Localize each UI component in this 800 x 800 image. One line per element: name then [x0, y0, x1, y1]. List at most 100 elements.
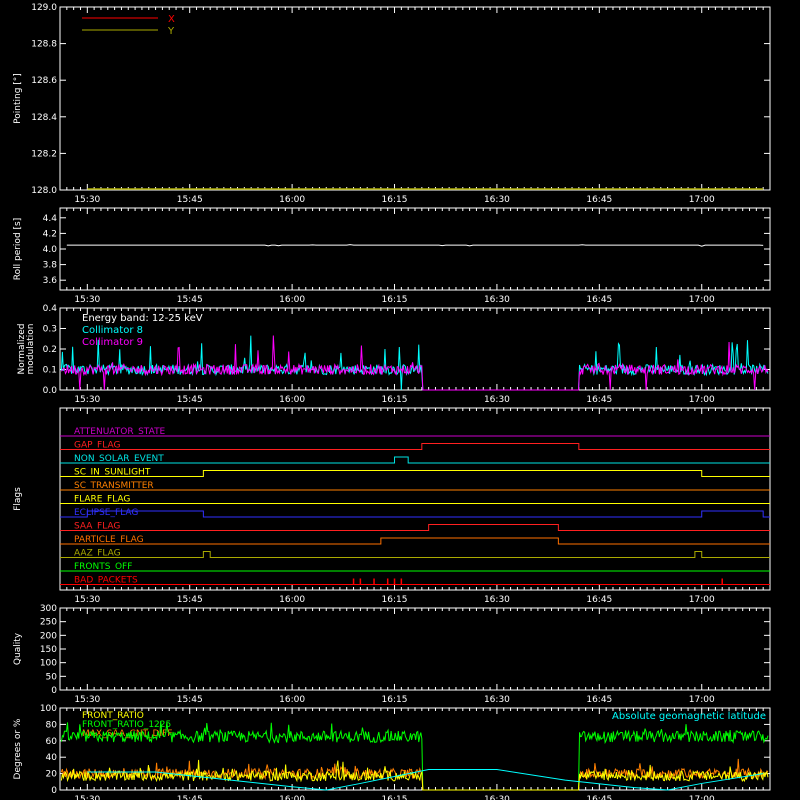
- y-tick-label: 4.0: [43, 245, 58, 255]
- y-tick-label: 100: [40, 704, 57, 714]
- x-tick-label: 16:15: [382, 795, 408, 800]
- flag-line: [60, 524, 770, 531]
- y-tick-label: 128.6: [31, 76, 57, 86]
- x-tick-label: 15:30: [74, 695, 100, 705]
- y-tick-label: 128.4: [31, 113, 57, 123]
- flag-row-gap-flag: GAP_FLAG: [60, 441, 770, 451]
- x-tick-label: 16:00: [279, 695, 305, 705]
- flag-row-aaz-flag: AAZ_FLAG: [60, 549, 770, 559]
- x-tick-label: 16:45: [586, 695, 612, 705]
- y-tick-label: 60: [46, 737, 58, 747]
- panel-5: Quality 0 50 100 150 200 250 300 15:30 15:45 16:00…: [13, 604, 771, 705]
- x-tick-label: 15:30: [74, 295, 100, 305]
- flag-row-flare-flag: FLARE_FLAG: [60, 495, 770, 505]
- x-tick-label: 16:15: [382, 595, 408, 605]
- y-tick-label: 128.2: [31, 149, 57, 159]
- y-tick-label: 0: [51, 786, 57, 796]
- x-tick-label: 16:30: [484, 395, 510, 405]
- flag-row-saa-flag: SAA_FLAG: [60, 522, 770, 532]
- x-tick-label: 15:45: [177, 195, 203, 205]
- flag-line: [60, 443, 770, 450]
- x-tick-label: 17:00: [689, 595, 715, 605]
- x-tick-label: 16:00: [279, 295, 305, 305]
- x-tick-label: 16:15: [382, 295, 408, 305]
- ratio-line: [60, 720, 769, 791]
- x-tick-label: 15:45: [177, 695, 203, 705]
- y-tick-label: 128.8: [31, 40, 57, 50]
- legend-label: X: [168, 14, 175, 25]
- x-tick-label: 16:30: [484, 295, 510, 305]
- y-tick-label: 150: [40, 645, 57, 655]
- y-tick-label: 0: [51, 686, 57, 696]
- panel-6: Degrees or % 0 20 40 60 80 100 15:30 15:45 16:00 1…: [13, 704, 771, 800]
- flag-line: [60, 456, 770, 464]
- x-tick-label: 16:30: [484, 695, 510, 705]
- x-tick-label: 16:15: [382, 195, 408, 205]
- panel-1: Pointing [°] 128.0 128.2 128.4 128.6 128.8 129…: [13, 3, 771, 205]
- flag-line: [60, 551, 770, 558]
- panel-frame: [59, 207, 771, 291]
- y-tick-label: 0.1: [43, 366, 57, 376]
- x-tick-label: 15:30: [74, 595, 100, 605]
- y-axis-label: Flags: [13, 487, 23, 511]
- roll-period-line: [66, 244, 764, 247]
- series-collimator-8: [60, 335, 769, 391]
- x-tick-label: 16:15: [382, 695, 408, 705]
- x-tick-label: 15:45: [177, 595, 203, 605]
- y-tick-label: 0.3: [43, 325, 57, 335]
- panel-4: Flags 15:30 15:45 16:00 16:15 16:30 16:45 17:00…: [13, 407, 771, 605]
- panel-2: Roll period [s] 3.6 3.8 4.0 4.2 4.4 15:30 15:45…: [13, 207, 771, 305]
- y-axis-label: Quality: [13, 632, 23, 665]
- y-tick-label: 250: [40, 618, 57, 628]
- flag-row-particle-flag: PARTICLE_FLAG: [60, 535, 770, 545]
- y-axis-label: modulation: [26, 324, 36, 375]
- y-tick-label: 4.4: [43, 214, 58, 224]
- y-tick-label: 3.6: [43, 276, 58, 286]
- x-tick-label: 17:00: [689, 195, 715, 205]
- y-tick-label: 20: [46, 770, 58, 780]
- flag-row-fronts-off: FRONTS_OFF: [60, 562, 770, 572]
- series-front-ratio-1225: [60, 720, 769, 791]
- x-tick-label: 15:30: [74, 795, 100, 800]
- y-tick-label: 50: [46, 672, 58, 682]
- y-tick-label: 128.0: [31, 186, 57, 196]
- x-tick-label: 15:45: [177, 295, 203, 305]
- x-tick-label: 17:00: [689, 395, 715, 405]
- y-axis-label: Pointing [°]: [13, 73, 23, 124]
- flag-row-sc-in-sunlight: SC_IN_SUNLIGHT: [60, 468, 770, 478]
- flag-row-bad-packets: BAD_PACKETS: [60, 576, 770, 586]
- modulation-line: [60, 335, 769, 391]
- legend-label: Collimator 9: [82, 337, 143, 348]
- y-tick-label: 40: [46, 753, 58, 763]
- geomagnetic-latitude-label: Absolute geomagnetic latitude: [612, 711, 766, 722]
- x-tick-label: 16:00: [279, 195, 305, 205]
- y-tick-label: 129.0: [31, 3, 57, 13]
- x-tick-label: 16:45: [586, 195, 612, 205]
- flag-row-attenuator-state: ATTENUATOR_STATE: [60, 427, 770, 437]
- x-tick-label: 16:45: [586, 395, 612, 405]
- x-tick-label: 15:45: [177, 395, 203, 405]
- legend-label: Y: [167, 26, 175, 37]
- x-tick-label: 15:30: [74, 395, 100, 405]
- y-tick-label: 0.4: [43, 304, 58, 314]
- legend-label: Collimator 8: [82, 325, 143, 336]
- y-tick-label: 80: [46, 720, 58, 730]
- flag-row-non-solar-event: NON_SOLAR_EVENT: [60, 454, 770, 464]
- x-tick-label: 16:00: [279, 595, 305, 605]
- x-tick-label: 17:00: [689, 295, 715, 305]
- x-tick-label: 17:00: [689, 795, 715, 800]
- x-tick-label: 16:00: [279, 395, 305, 405]
- x-tick-label: 16:30: [484, 595, 510, 605]
- flag-line: [60, 537, 770, 545]
- x-tick-label: 16:00: [279, 795, 305, 800]
- x-tick-label: 16:45: [586, 795, 612, 800]
- x-tick-label: 17:00: [689, 695, 715, 705]
- stacked-time-series-chart: Pointing [°] 128.0 128.2 128.4 128.6 128.8 129…: [13, 3, 771, 800]
- energy-band-annotation: Energy band: 12-25 keV: [82, 313, 203, 324]
- x-tick-label: 16:30: [484, 795, 510, 800]
- x-tick-label: 15:30: [74, 195, 100, 205]
- x-tick-label: 16:30: [484, 195, 510, 205]
- panel-frame: [59, 407, 771, 591]
- y-tick-label: 0.0: [43, 386, 58, 396]
- flag-row-eclipse-flag: ECLIPSE_FLAG: [60, 508, 770, 518]
